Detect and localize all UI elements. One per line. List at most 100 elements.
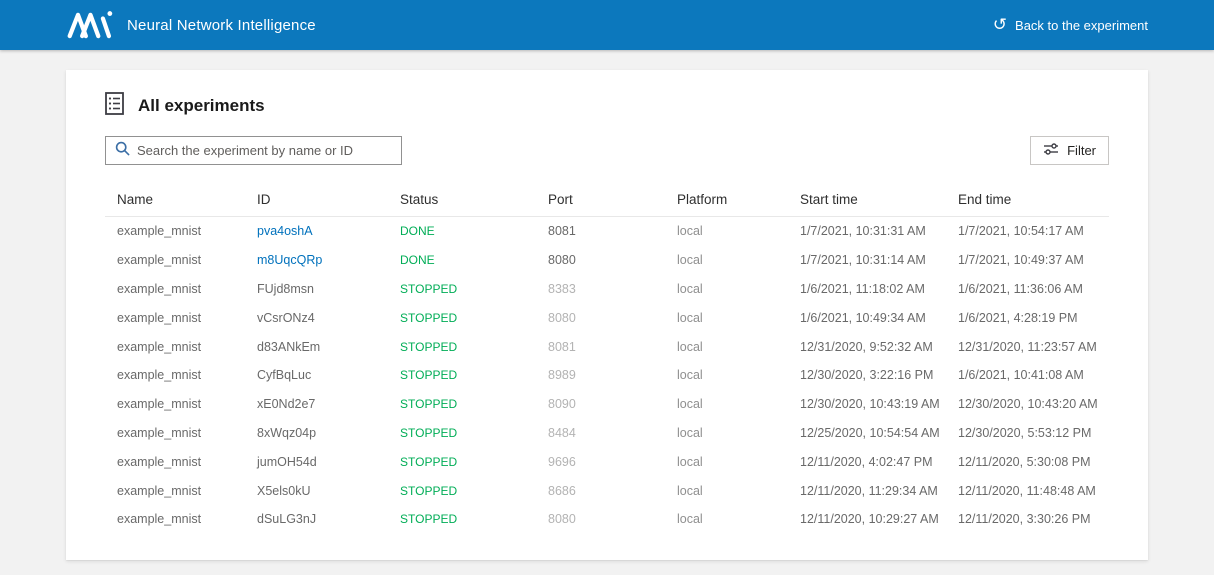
column-header-start-time[interactable]: Start time	[788, 192, 946, 207]
cell-port: 8484	[548, 425, 576, 440]
cell-experiment-id: X5els0kU	[257, 483, 311, 498]
search-icon	[115, 141, 130, 161]
cell-port: 8686	[548, 483, 576, 498]
cell-platform: local	[677, 310, 703, 325]
table-row: example_mnist vCsrONz4 STOPPED 8080 loca…	[105, 303, 1109, 332]
table-row: example_mnist 8xWqz04p STOPPED 8484 loca…	[105, 419, 1109, 448]
cell-end-time: 12/11/2020, 11:48:48 AM	[958, 483, 1096, 498]
page-title: All experiments	[138, 96, 265, 115]
brand: Neural Network Intelligence	[66, 10, 316, 40]
cell-end-time: 1/6/2021, 4:28:19 PM	[958, 310, 1078, 325]
column-header-id[interactable]: ID	[245, 192, 388, 207]
table-row: example_mnist d83ANkEm STOPPED 8081 loca…	[105, 332, 1109, 361]
table-row: example_mnist dSuLG3nJ STOPPED 8080 loca…	[105, 505, 1109, 534]
cell-start-time: 1/6/2021, 10:49:34 AM	[800, 310, 926, 325]
table-row: example_mnist jumOH54d STOPPED 9696 loca…	[105, 447, 1109, 476]
filter-button[interactable]: Filter	[1030, 136, 1109, 165]
cell-status: STOPPED	[400, 368, 458, 383]
search-input[interactable]	[137, 143, 393, 158]
back-to-experiment-label: Back to the experiment	[1015, 17, 1148, 33]
cell-experiment-id: dSuLG3nJ	[257, 512, 317, 527]
cell-experiment-id: 8xWqz04p	[257, 425, 317, 440]
cell-experiment-name: example_mnist	[117, 281, 202, 296]
cell-experiment-name: example_mnist	[117, 425, 202, 440]
cell-experiment-id: d83ANkEm	[257, 339, 321, 354]
table-row: example_mnist xE0Nd2e7 STOPPED 8090 loca…	[105, 390, 1109, 419]
cell-start-time: 12/11/2020, 10:29:27 AM	[800, 512, 939, 527]
cell-status: DONE	[400, 253, 435, 268]
bulleted-document-icon	[105, 92, 124, 120]
cell-experiment-name: example_mnist	[117, 224, 202, 239]
app-title: Neural Network Intelligence	[127, 16, 316, 34]
cell-start-time: 12/25/2020, 10:54:54 AM	[800, 425, 940, 440]
cell-port: 8090	[548, 397, 576, 412]
cell-experiment-name: example_mnist	[117, 512, 202, 527]
cell-start-time: 12/31/2020, 9:52:32 AM	[800, 339, 933, 354]
cell-end-time: 12/30/2020, 10:43:20 AM	[958, 397, 1098, 412]
cell-status: DONE	[400, 224, 435, 239]
cell-platform: local	[677, 512, 703, 527]
filter-button-label: Filter	[1067, 143, 1096, 158]
cell-platform: local	[677, 397, 703, 412]
table-row: example_mnist CyfBqLuc STOPPED 8989 loca…	[105, 361, 1109, 390]
search-box[interactable]	[105, 136, 402, 165]
cell-end-time: 12/31/2020, 11:23:57 AM	[958, 339, 1097, 354]
cell-experiment-name: example_mnist	[117, 483, 202, 498]
cell-status: STOPPED	[400, 483, 458, 498]
cell-experiment-id: jumOH54d	[257, 454, 317, 469]
cell-platform: local	[677, 454, 703, 469]
cell-end-time: 12/11/2020, 5:30:08 PM	[958, 454, 1091, 469]
cell-platform: local	[677, 224, 703, 239]
cell-end-time: 1/7/2021, 10:49:37 AM	[958, 253, 1084, 268]
cell-status: STOPPED	[400, 512, 458, 527]
cell-status: STOPPED	[400, 339, 458, 354]
experiments-panel: All experiments Filter	[66, 70, 1148, 560]
cell-platform: local	[677, 253, 703, 268]
cell-port: 8080	[548, 253, 576, 268]
cell-platform: local	[677, 281, 703, 296]
cell-status: STOPPED	[400, 310, 458, 325]
cell-port: 8989	[548, 368, 576, 383]
back-to-experiment-link[interactable]: ↺ Back to the experiment	[992, 14, 1148, 34]
cell-platform: local	[677, 368, 703, 383]
cell-platform: local	[677, 483, 703, 498]
table-row: example_mnist FUjd8msn STOPPED 8383 loca…	[105, 275, 1109, 304]
cell-port: 8080	[548, 512, 576, 527]
cell-end-time: 1/6/2021, 11:36:06 AM	[958, 281, 1083, 296]
return-arrow-icon: ↺	[992, 14, 1008, 34]
column-header-name[interactable]: Name	[105, 192, 245, 207]
column-header-end-time[interactable]: End time	[946, 192, 1109, 207]
table-row: example_mnist X5els0kU STOPPED 8686 loca…	[105, 476, 1109, 505]
cell-start-time: 1/7/2021, 10:31:31 AM	[800, 224, 926, 239]
column-header-port[interactable]: Port	[536, 192, 665, 207]
column-header-status[interactable]: Status	[388, 192, 536, 207]
cell-experiment-name: example_mnist	[117, 339, 202, 354]
panel-title-row: All experiments	[105, 92, 1109, 120]
cell-end-time: 12/11/2020, 3:30:26 PM	[958, 512, 1091, 527]
sliders-icon	[1043, 142, 1059, 159]
controls-row: Filter	[105, 136, 1109, 165]
cell-end-time: 1/6/2021, 10:41:08 AM	[958, 368, 1084, 383]
cell-start-time: 1/6/2021, 11:18:02 AM	[800, 281, 925, 296]
cell-port: 9696	[548, 454, 576, 469]
table-row: example_mnist m8UqcQRp DONE 8080 local 1…	[105, 246, 1109, 275]
cell-experiment-name: example_mnist	[117, 253, 202, 268]
cell-experiment-id: vCsrONz4	[257, 310, 315, 325]
cell-end-time: 12/30/2020, 5:53:12 PM	[958, 425, 1092, 440]
cell-experiment-id[interactable]: m8UqcQRp	[245, 253, 388, 267]
cell-status: STOPPED	[400, 281, 458, 296]
column-header-platform[interactable]: Platform	[665, 192, 788, 207]
cell-start-time: 12/30/2020, 10:43:19 AM	[800, 397, 940, 412]
cell-experiment-id[interactable]: pva4oshA	[245, 224, 388, 238]
cell-start-time: 1/7/2021, 10:31:14 AM	[800, 253, 926, 268]
cell-start-time: 12/11/2020, 11:29:34 AM	[800, 483, 938, 498]
cell-status: STOPPED	[400, 425, 458, 440]
cell-platform: local	[677, 339, 703, 354]
experiments-table: Name ID Status Port Platform Start time …	[105, 183, 1109, 534]
cell-experiment-id: xE0Nd2e7	[257, 397, 316, 412]
cell-experiment-name: example_mnist	[117, 310, 202, 325]
cell-experiment-name: example_mnist	[117, 368, 202, 383]
cell-start-time: 12/11/2020, 4:02:47 PM	[800, 454, 933, 469]
cell-experiment-id: CyfBqLuc	[257, 368, 312, 383]
cell-experiment-id: FUjd8msn	[257, 281, 314, 296]
